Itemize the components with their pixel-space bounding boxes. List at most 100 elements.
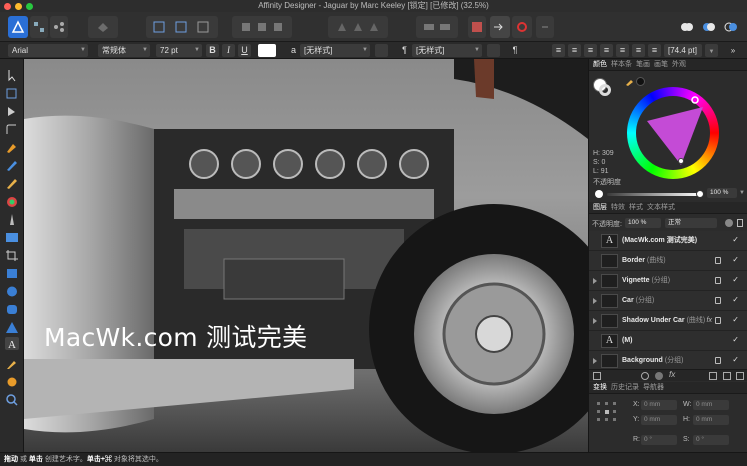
font-style-select[interactable]: 常规体 ▼: [98, 44, 150, 57]
opacity-slider-thumb[interactable]: [696, 190, 704, 198]
geometry-icon[interactable]: [468, 16, 486, 38]
layer-row[interactable]: A (M) ✓: [589, 331, 747, 351]
layer-visibility-check[interactable]: ✓: [732, 295, 739, 304]
zoom-tool-icon[interactable]: [5, 393, 19, 406]
rotation-field[interactable]: 0 °: [641, 435, 677, 445]
layer-fx-icon[interactable]: fx: [707, 311, 712, 331]
snapping-toggle-icon[interactable]: [490, 16, 510, 38]
layer-visibility-check[interactable]: ✓: [732, 355, 739, 364]
align-center-button[interactable]: ≡: [568, 44, 581, 57]
color-picker-icon[interactable]: [5, 357, 19, 370]
pen-tool-icon[interactable]: [5, 141, 19, 154]
x-field[interactable]: 0 mm: [641, 400, 677, 410]
crop-tool-icon[interactable]: [5, 249, 19, 262]
move-tool-icon[interactable]: [5, 69, 19, 82]
italic-button[interactable]: I: [222, 44, 235, 57]
document-canvas[interactable]: MacWk.com 测试完美: [24, 59, 588, 452]
layer-row[interactable]: Border (曲线) ✓: [589, 251, 747, 271]
layer-row[interactable]: Vignette (分组) ✓: [589, 271, 747, 291]
shear-field[interactable]: 0 °: [693, 435, 729, 445]
char-style-more-button[interactable]: [375, 44, 388, 57]
expand-arrow-icon[interactable]: [593, 278, 597, 284]
layer-opacity-field[interactable]: 100 %: [625, 218, 661, 228]
point-transform-icon[interactable]: [5, 105, 19, 118]
rectangle-tool-icon[interactable]: [5, 267, 19, 280]
expand-arrow-icon[interactable]: [593, 358, 597, 364]
para-style-more-button[interactable]: [487, 44, 500, 57]
place-image-icon[interactable]: [5, 231, 19, 244]
y-field[interactable]: 0 mm: [641, 415, 677, 425]
tab-brushes[interactable]: 画笔: [654, 61, 668, 68]
justify-all-button[interactable]: ≡: [616, 44, 629, 57]
h-field[interactable]: 0 mm: [693, 415, 729, 425]
layer-row[interactable]: Shadow Under Car (曲线) fx ✓: [589, 311, 747, 331]
persona-pixel-icon[interactable]: [30, 16, 48, 38]
layer-lock-icon[interactable]: [715, 297, 721, 304]
align-left-button[interactable]: ≡: [552, 44, 565, 57]
transparency-tool-icon[interactable]: [5, 213, 19, 226]
leading-field[interactable]: [74.4 pt]: [664, 44, 702, 57]
layer-lock-icon[interactable]: [715, 257, 721, 264]
mask-icon[interactable]: [641, 372, 649, 380]
pencil-tool-icon[interactable]: [5, 159, 19, 172]
snapping-icon[interactable]: [88, 16, 118, 38]
font-size-field[interactable]: 72 pt ▼: [156, 44, 202, 57]
persona-export-icon[interactable]: [50, 16, 68, 38]
align-right-button[interactable]: ≡: [584, 44, 597, 57]
boolean-add-icon[interactable]: [678, 16, 696, 38]
order-icon[interactable]: [232, 16, 292, 38]
vector-brush-icon[interactable]: [5, 177, 19, 190]
bold-button[interactable]: B: [206, 44, 219, 57]
opacity-slider[interactable]: [607, 193, 701, 196]
layer-row[interactable]: Car (分组) ✓: [589, 291, 747, 311]
align-icon[interactable]: [328, 16, 388, 38]
expand-arrow-icon[interactable]: [593, 298, 597, 304]
color-picker-icon[interactable]: [512, 16, 532, 38]
layer-visibility-check[interactable]: ✓: [732, 255, 739, 264]
underline-button[interactable]: U: [238, 44, 251, 57]
delete-layer-icon[interactable]: [736, 372, 744, 380]
fill-stroke-swatches[interactable]: [593, 78, 613, 98]
fill-tool-icon[interactable]: [5, 195, 19, 208]
boolean-subtract-icon[interactable]: [700, 16, 718, 38]
layer-visibility-check[interactable]: ✓: [732, 275, 739, 284]
char-style-select[interactable]: [无样式] ▼: [300, 44, 370, 57]
layer-visibility-check[interactable]: ✓: [732, 235, 739, 244]
paragraph-icon[interactable]: ¶: [509, 44, 521, 57]
adjustment-icon[interactable]: [655, 372, 663, 380]
tab-color[interactable]: 颜色: [593, 61, 607, 68]
tab-effects[interactable]: 特效: [611, 204, 625, 211]
tab-transform[interactable]: 变换: [593, 384, 607, 391]
boolean-intersect-icon[interactable]: [722, 16, 740, 38]
blend-mode-select[interactable]: 正常: [665, 218, 717, 228]
corner-tool-icon[interactable]: [5, 123, 19, 136]
add-group-icon[interactable]: [723, 372, 731, 380]
ellipse-tool-icon[interactable]: [5, 285, 19, 298]
justify-button[interactable]: ≡: [600, 44, 613, 57]
rounded-rect-icon[interactable]: [5, 303, 19, 316]
gear-icon[interactable]: [725, 219, 733, 227]
tab-stroke[interactable]: 笔画: [636, 61, 650, 68]
layer-row[interactable]: Background (分组) ✓: [589, 351, 747, 371]
toolbar-overflow-icon[interactable]: »: [726, 44, 740, 57]
opacity-value-field[interactable]: 100 %: [707, 188, 737, 198]
persona-designer-icon[interactable]: [8, 16, 28, 38]
layers-stack-icon[interactable]: [593, 372, 601, 380]
tab-layers[interactable]: 图层: [593, 204, 607, 211]
expand-arrow-icon[interactable]: [593, 318, 597, 324]
stroke-swatch[interactable]: [599, 84, 611, 96]
node-tool-icon[interactable]: [5, 87, 19, 100]
fx-icon[interactable]: fx: [669, 370, 675, 379]
chevron-down-icon[interactable]: ▼: [739, 190, 745, 196]
hand-tool-icon[interactable]: [5, 375, 19, 388]
para-style-select[interactable]: [无样式] ▼: [412, 44, 482, 57]
layer-visibility-check[interactable]: ✓: [732, 315, 739, 324]
layer-lock-icon[interactable]: [715, 357, 721, 364]
text-color-swatch[interactable]: [258, 44, 276, 57]
w-field[interactable]: 0 mm: [693, 400, 729, 410]
tab-history[interactable]: 历史记录: [611, 384, 639, 391]
baseline-button[interactable]: ≡: [632, 44, 645, 57]
eyedropper-icon[interactable]: [625, 77, 634, 86]
anchor-grid-icon[interactable]: [595, 400, 619, 424]
lock-icon[interactable]: [737, 219, 743, 227]
